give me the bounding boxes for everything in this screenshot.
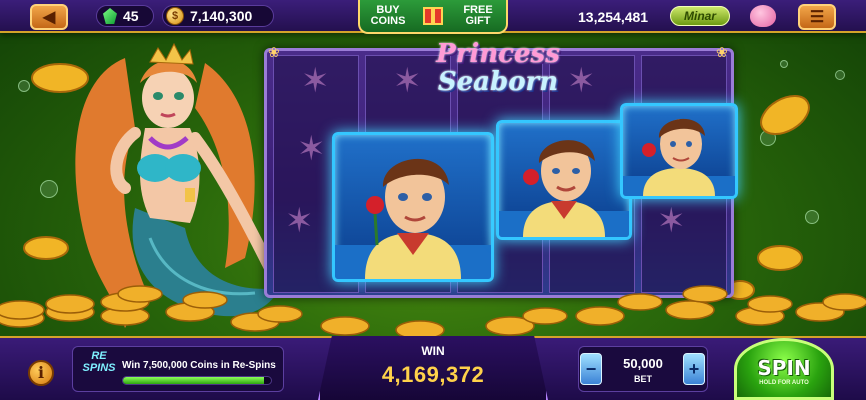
- info-icon: i: [37, 363, 45, 382]
- starfish-symbol: ✶: [297, 130, 326, 168]
- minar-badge[interactable]: Minar: [670, 6, 730, 26]
- respin-logo-line2: SPINS: [82, 362, 116, 374]
- buy-coins-free-gift-box[interactable]: BUY COINS FREE GIFT: [358, 0, 508, 34]
- prince-portrait: [499, 140, 629, 237]
- bet-amount: 50,000: [623, 356, 663, 371]
- starfish-symbol: ✶: [393, 62, 422, 100]
- menu-icon: ☰: [809, 9, 825, 26]
- prince-symbol-large: [332, 132, 494, 282]
- gem-icon: [103, 8, 117, 24]
- jackpot-balance: 13,254,481: [578, 9, 649, 25]
- gems-value: 45: [123, 8, 139, 24]
- shell-decoration-icon: ❀: [716, 44, 728, 60]
- prince-symbol-small: [620, 103, 738, 199]
- bet-decrease-button[interactable]: −: [580, 353, 602, 385]
- respin-message: Win 7,500,000 Coins in Re-Spins: [122, 360, 276, 371]
- starfish-symbol: ✶: [657, 202, 686, 240]
- piggy-bank-icon[interactable]: [750, 5, 776, 27]
- starfish-symbol: ✶: [567, 62, 596, 100]
- respin-progress-bar: [122, 376, 272, 385]
- game-title-logo: Princess Seaborn: [428, 40, 568, 96]
- back-button[interactable]: ◀: [30, 4, 68, 30]
- coin-pile: [0, 285, 866, 340]
- bet-label: BET: [634, 374, 652, 384]
- coin-icon: $: [166, 7, 184, 25]
- game-title-line1: Princess: [436, 39, 560, 69]
- win-label: WIN: [421, 344, 445, 358]
- prince-symbol-medium: [496, 120, 632, 240]
- coins-value: 7,140,300: [190, 8, 253, 24]
- back-arrow-icon: ◀: [42, 9, 56, 26]
- respin-progress-fill: [123, 377, 264, 384]
- spin-label[interactable]: SPIN: [734, 356, 834, 380]
- menu-button[interactable]: ☰: [798, 4, 836, 30]
- prince-portrait: [623, 118, 735, 196]
- respin-logo: RE SPINS: [80, 350, 118, 386]
- buy-coins-button[interactable]: BUY COINS: [368, 5, 408, 27]
- gift-icon: [423, 7, 443, 25]
- win-amount: 4,169,372: [381, 362, 485, 387]
- info-button[interactable]: i: [28, 360, 54, 386]
- shell-decoration-icon: ❀: [268, 44, 280, 60]
- free-gift-button[interactable]: FREE GIFT: [458, 5, 498, 27]
- spin-hold-hint: HOLD FOR AUTO: [759, 380, 809, 386]
- gems-counter: 45: [96, 5, 154, 27]
- game-title-line2: Seaborn: [437, 67, 559, 97]
- prince-portrait: [335, 158, 491, 279]
- bet-increase-button[interactable]: +: [683, 353, 705, 385]
- minus-icon: −: [585, 359, 597, 379]
- starfish-symbol: ✶: [301, 62, 330, 100]
- plus-icon: +: [688, 359, 700, 379]
- coins-counter[interactable]: $ 7,140,300: [162, 5, 274, 27]
- respin-logo-line1: RE: [91, 350, 107, 362]
- starfish-symbol: ✶: [285, 202, 314, 240]
